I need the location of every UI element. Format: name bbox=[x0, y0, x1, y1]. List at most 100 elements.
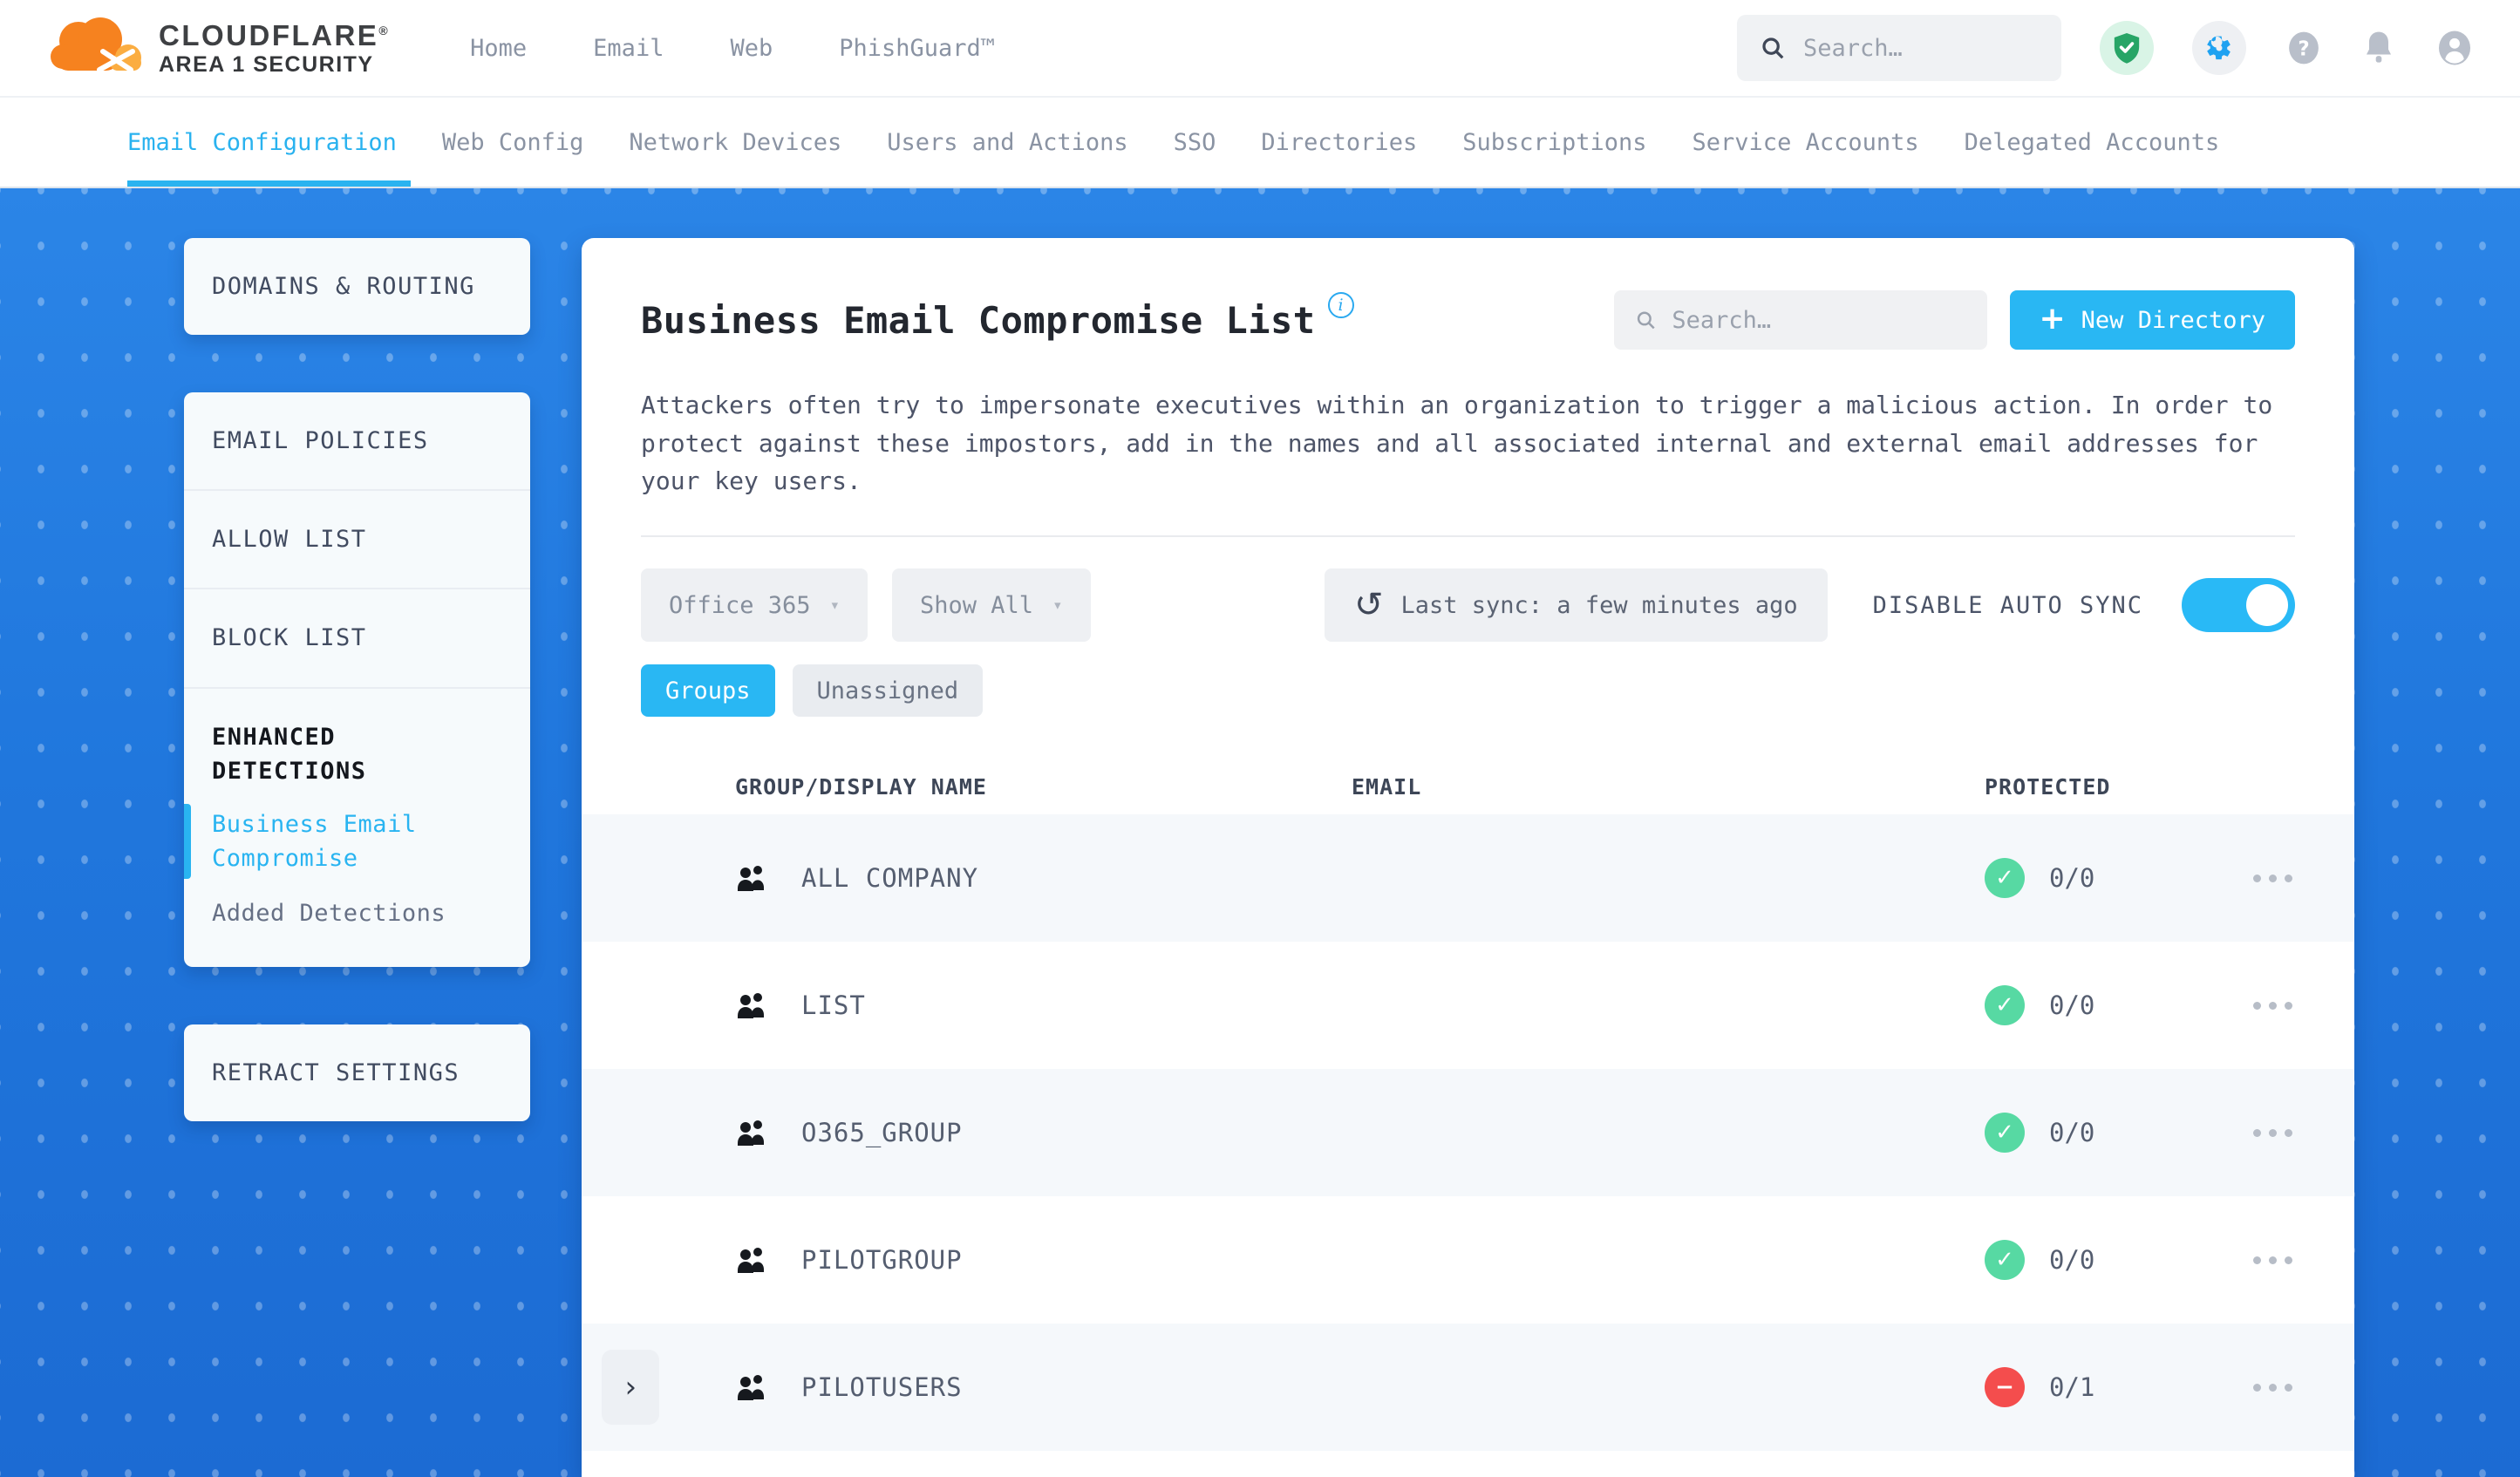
ellipsis-dot bbox=[2269, 1001, 2277, 1010]
sidebar-item-business-email-compromise[interactable]: Business Email Compromise bbox=[184, 797, 530, 886]
sidebar-item-retract-settings[interactable]: RETRACT SETTINGS bbox=[184, 1024, 530, 1121]
directory-filter-dropdown[interactable]: Office 365 ▾ bbox=[641, 568, 868, 643]
row-actions-menu[interactable] bbox=[2250, 874, 2354, 882]
tab-service-accounts[interactable]: Service Accounts bbox=[1692, 98, 1919, 187]
toggle-knob bbox=[2246, 584, 2288, 627]
ellipsis-dot bbox=[2285, 1001, 2292, 1010]
brand[interactable]: CLOUDFLARE® AREA 1 SECURITY bbox=[51, 15, 390, 81]
sidebar-item-enhanced-detections[interactable]: ENHANCED DETECTIONS bbox=[184, 689, 530, 797]
global-search[interactable] bbox=[1737, 15, 2061, 81]
brand-text: CLOUDFLARE® AREA 1 SECURITY bbox=[159, 19, 390, 78]
tab-sso[interactable]: SSO bbox=[1174, 98, 1216, 187]
ellipsis-dot bbox=[2285, 874, 2292, 882]
groups-table: GROUP/DISPLAY NAME EMAIL PROTECTED ALL C… bbox=[582, 759, 2354, 1452]
tab-network-devices[interactable]: Network Devices bbox=[629, 98, 841, 187]
protected-count: 0/0 bbox=[2049, 1245, 2095, 1276]
top-nav-email[interactable]: Email bbox=[593, 35, 664, 62]
row-actions-menu[interactable] bbox=[2250, 1383, 2354, 1392]
account-button[interactable] bbox=[2435, 28, 2475, 68]
sidebar-item-added-detections[interactable]: Added Detections bbox=[184, 886, 530, 967]
protected-cell: ✓ 0/0 bbox=[1985, 1240, 2250, 1281]
panel-header: Business Email Compromise List i + New D… bbox=[641, 290, 2295, 350]
group-people-icon bbox=[738, 993, 764, 1019]
content-area: DOMAINS & ROUTING EMAIL POLICIES ALLOW LIS… bbox=[0, 188, 2520, 1477]
ellipsis-dot bbox=[2253, 1001, 2261, 1010]
tab-groups[interactable]: Groups bbox=[641, 664, 775, 718]
search-icon bbox=[1637, 311, 1655, 330]
protected-cell: ✓ 0/0 bbox=[1985, 858, 2250, 899]
tab-subscriptions[interactable]: Subscriptions bbox=[1462, 98, 1646, 187]
ellipsis-dot bbox=[2253, 1383, 2261, 1392]
group-name-cell[interactable]: LIST bbox=[735, 990, 1352, 1020]
group-name-cell[interactable]: PILOTUSERS bbox=[735, 1372, 1352, 1402]
column-email: EMAIL bbox=[1352, 773, 1422, 800]
settings-button[interactable] bbox=[2192, 21, 2246, 75]
sidebar-item-allow-list[interactable]: ALLOW LIST bbox=[184, 491, 530, 590]
tab-email-configuration[interactable]: Email Configuration bbox=[127, 98, 411, 187]
ellipsis-dot bbox=[2269, 1128, 2277, 1137]
protected-count: 0/1 bbox=[2049, 1372, 2095, 1403]
group-people-icon bbox=[738, 1120, 764, 1147]
tab-users-and-actions[interactable]: Users and Actions bbox=[887, 98, 1127, 187]
notifications-button[interactable] bbox=[2361, 29, 2396, 67]
ellipsis-dot bbox=[2269, 1256, 2277, 1264]
section-divider bbox=[641, 535, 2295, 538]
ellipsis-dot bbox=[2269, 874, 2277, 882]
user-avatar-icon bbox=[2438, 31, 2471, 65]
auto-sync-toggle[interactable] bbox=[2182, 578, 2295, 633]
new-directory-button[interactable]: + New Directory bbox=[2009, 290, 2295, 350]
ellipsis-dot bbox=[2253, 874, 2261, 882]
sidebar: DOMAINS & ROUTING EMAIL POLICIES ALLOW LIS… bbox=[184, 238, 530, 1122]
sidebar-item-domains-routing[interactable]: DOMAINS & ROUTING bbox=[184, 238, 530, 335]
group-name-cell[interactable]: PILOTGROUP bbox=[735, 1245, 1352, 1275]
tab-directories[interactable]: Directories bbox=[1261, 98, 1417, 187]
group-name-cell[interactable]: ALL COMPANY bbox=[735, 863, 1352, 893]
protected-check-icon: ✓ bbox=[1985, 1240, 2025, 1281]
plus-icon: + bbox=[2039, 300, 2066, 337]
header-icons: ? bbox=[2100, 21, 2475, 75]
expand-row-button[interactable]: › bbox=[602, 1350, 659, 1426]
top-nav-home[interactable]: Home bbox=[470, 35, 527, 62]
list-search[interactable] bbox=[1613, 290, 1987, 350]
show-filter-value: Show All bbox=[920, 591, 1034, 619]
ellipsis-dot bbox=[2285, 1256, 2292, 1264]
global-search-input[interactable] bbox=[1803, 34, 2039, 62]
table-row-all-company: ALL COMPANY ✓ 0/0 bbox=[582, 814, 2354, 943]
brand-title: CLOUDFLARE® bbox=[159, 18, 391, 51]
tab-delegated-accounts[interactable]: Delegated Accounts bbox=[1965, 98, 2220, 187]
table-row-list: LIST ✓ 0/0 bbox=[582, 942, 2354, 1069]
column-protected: PROTECTED bbox=[1985, 773, 2111, 800]
show-filter-dropdown[interactable]: Show All ▾ bbox=[892, 568, 1091, 643]
tab-unassigned[interactable]: Unassigned bbox=[792, 664, 984, 718]
last-sync-button[interactable]: ↺ Last sync: a few minutes ago bbox=[1324, 568, 1828, 643]
protected-check-icon: ✓ bbox=[1985, 858, 2025, 899]
sidebar-item-email-policies[interactable]: EMAIL POLICIES bbox=[184, 392, 530, 492]
new-directory-label: New Directory bbox=[2081, 306, 2265, 334]
question-mark-icon: ? bbox=[2289, 31, 2319, 65]
list-search-input[interactable] bbox=[1672, 306, 1966, 334]
row-actions-menu[interactable] bbox=[2250, 1256, 2354, 1264]
sidebar-item-block-list[interactable]: BLOCK LIST bbox=[184, 589, 530, 689]
table-header: GROUP/DISPLAY NAME EMAIL PROTECTED bbox=[582, 759, 2354, 814]
group-people-icon bbox=[738, 866, 764, 892]
table-row-pilotgroup: PILOTGROUP ✓ 0/0 bbox=[582, 1196, 2354, 1324]
tab-web-config[interactable]: Web Config bbox=[442, 98, 584, 187]
group-people-icon bbox=[738, 1375, 764, 1401]
info-icon[interactable]: i bbox=[1327, 292, 1354, 318]
registered-mark: ® bbox=[378, 23, 391, 37]
top-nav-phishguard[interactable]: PhishGuard™ bbox=[839, 35, 995, 62]
help-button[interactable]: ? bbox=[2285, 29, 2323, 67]
chevron-down-icon: ▾ bbox=[829, 596, 841, 616]
table-row-o365-group: O365_GROUP ✓ 0/0 bbox=[582, 1069, 2354, 1197]
security-status-button[interactable] bbox=[2100, 21, 2154, 75]
top-nav: Home Email Web PhishGuard™ bbox=[470, 35, 995, 62]
group-name-cell[interactable]: O365_GROUP bbox=[735, 1118, 1352, 1147]
shield-check-icon bbox=[2114, 33, 2140, 64]
ellipsis-dot bbox=[2253, 1256, 2261, 1264]
row-actions-menu[interactable] bbox=[2250, 1001, 2354, 1010]
top-nav-web[interactable]: Web bbox=[730, 35, 773, 62]
page-description: Attackers often try to impersonate execu… bbox=[641, 391, 2273, 496]
page-title: Business Email Compromise List bbox=[641, 298, 1316, 342]
table-body: ALL COMPANY ✓ 0/0 LIST ✓ 0/0 O365_GROUP ✓ 0/0 PIL… bbox=[582, 814, 2354, 1452]
row-actions-menu[interactable] bbox=[2250, 1128, 2354, 1137]
